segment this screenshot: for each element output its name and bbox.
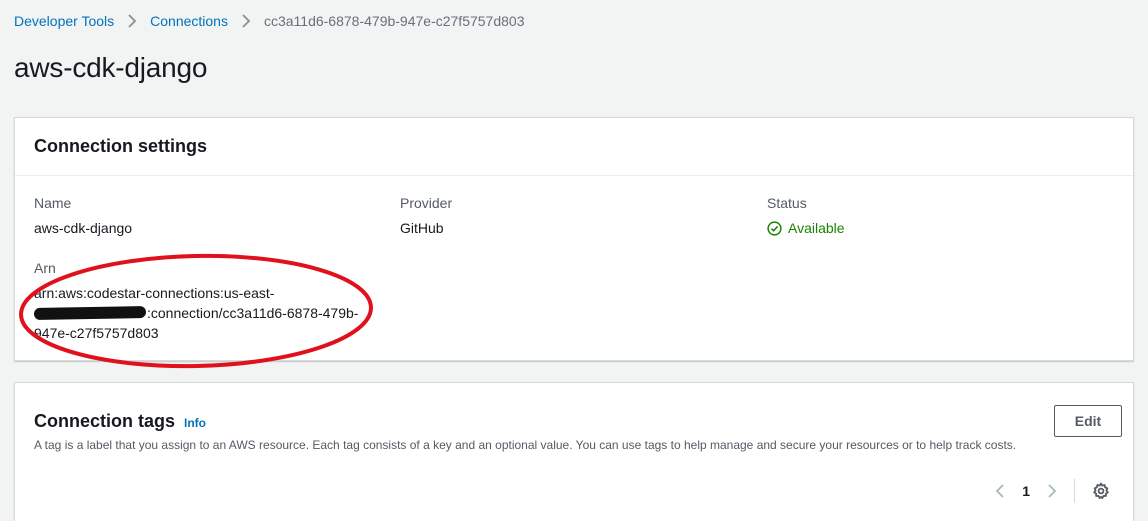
edit-button[interactable]: Edit bbox=[1054, 405, 1122, 437]
breadcrumb-connections[interactable]: Connections bbox=[150, 13, 228, 29]
page: Developer Tools Connections cc3a11d6-687… bbox=[0, 0, 1148, 521]
status-field: Status Available bbox=[767, 194, 845, 238]
chevron-right-icon bbox=[123, 12, 141, 30]
chevron-right-icon bbox=[1048, 484, 1057, 498]
arn-label: Arn bbox=[34, 260, 56, 276]
redaction-mark bbox=[33, 306, 147, 321]
connection-settings-header: Connection settings bbox=[15, 118, 1133, 176]
provider-field: Provider GitHub bbox=[400, 194, 452, 238]
status-text: Available bbox=[788, 220, 845, 236]
breadcrumb-current: cc3a11d6-6878-479b-947e-c27f5757d803 bbox=[263, 13, 525, 29]
connection-tags-title: Connection tags bbox=[34, 411, 176, 431]
current-page-number[interactable]: 1 bbox=[1022, 483, 1030, 499]
connection-settings-title: Connection settings bbox=[34, 136, 208, 156]
connection-settings-grid: Name aws-cdk-django Provider GitHub Stat… bbox=[15, 176, 1133, 361]
previous-page-button[interactable] bbox=[988, 479, 1012, 503]
connection-tags-title-row: Connection tags Info bbox=[34, 411, 1114, 432]
name-field: Name aws-cdk-django bbox=[34, 194, 132, 238]
chevron-left-icon bbox=[995, 484, 1004, 498]
arn-field: Arn arn:aws:codestar-connections:us-east… bbox=[33, 259, 374, 343]
arn-line-2-text: :connection/cc3a11d6-6878-479b- bbox=[147, 305, 359, 321]
status-label: Status bbox=[767, 195, 807, 211]
connection-tags-card: Connection tags Info A tag is a label th… bbox=[14, 382, 1134, 521]
info-link[interactable]: Info bbox=[184, 416, 206, 430]
arn-line-2: :connection/cc3a11d6-6878-479b- bbox=[33, 303, 374, 323]
name-label: Name bbox=[34, 195, 72, 211]
connection-tags-description: A tag is a label that you assign to an A… bbox=[34, 438, 1017, 452]
check-circle-icon bbox=[767, 220, 782, 236]
chevron-right-icon bbox=[237, 12, 255, 30]
breadcrumb: Developer Tools Connections cc3a11d6-687… bbox=[14, 12, 524, 30]
provider-label: Provider bbox=[400, 195, 453, 211]
status-value: Available bbox=[767, 218, 845, 238]
name-value: aws-cdk-django bbox=[34, 220, 133, 236]
pagination-divider bbox=[1074, 479, 1075, 503]
next-page-button[interactable] bbox=[1040, 479, 1064, 503]
page-title: aws-cdk-django bbox=[14, 52, 208, 83]
arn-line-1: arn:aws:codestar-connections:us-east- bbox=[34, 285, 275, 301]
gear-icon bbox=[1093, 482, 1109, 499]
provider-value: GitHub bbox=[400, 220, 444, 236]
breadcrumb-developer-tools[interactable]: Developer Tools bbox=[14, 13, 114, 29]
connection-tags-header: Connection tags Info A tag is a label th… bbox=[15, 383, 1133, 452]
arn-value: arn:aws:codestar-connections:us-east- :c… bbox=[33, 283, 374, 343]
arn-line-3: 947e-c27f5757d803 bbox=[34, 325, 159, 341]
connection-settings-card: Connection settings Name aws-cdk-django … bbox=[14, 117, 1134, 361]
pagination: 1 bbox=[988, 479, 1113, 503]
preferences-button[interactable] bbox=[1089, 479, 1113, 503]
